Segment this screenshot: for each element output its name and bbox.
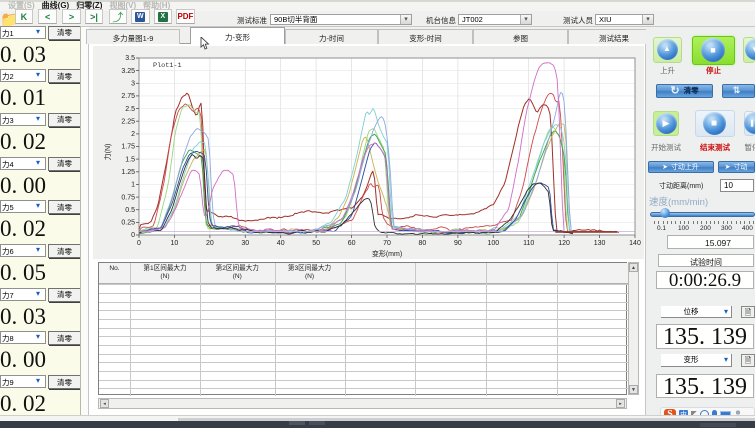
svg-text:80: 80	[419, 240, 427, 247]
svg-text:Plot1-1: Plot1-1	[153, 62, 182, 70]
svg-text:0: 0	[131, 232, 135, 239]
svg-text:3.25: 3.25	[121, 68, 135, 75]
svg-text:1: 1	[131, 182, 135, 189]
svg-text:100: 100	[487, 240, 499, 247]
svg-text:1.5: 1.5	[125, 156, 135, 163]
svg-text:10: 10	[171, 240, 179, 247]
svg-text:2: 2	[131, 131, 135, 138]
svg-text:0.75: 0.75	[121, 194, 135, 201]
svg-text:0.25: 0.25	[121, 220, 135, 227]
svg-text:30: 30	[241, 240, 249, 247]
svg-text:40: 40	[277, 240, 285, 247]
svg-text:1.75: 1.75	[121, 144, 135, 151]
svg-text:90: 90	[454, 240, 462, 247]
svg-text:0: 0	[137, 240, 141, 247]
svg-text:130: 130	[594, 240, 606, 247]
svg-text:0.5: 0.5	[125, 207, 135, 214]
svg-text:2.5: 2.5	[125, 106, 135, 113]
svg-text:2.75: 2.75	[121, 93, 135, 100]
svg-text:110: 110	[523, 240, 534, 247]
svg-text:变形(mm): 变形(mm)	[372, 249, 402, 258]
svg-text:70: 70	[383, 240, 391, 247]
svg-text:50: 50	[312, 240, 320, 247]
svg-text:60: 60	[348, 240, 356, 247]
svg-text:140: 140	[629, 240, 641, 247]
svg-text:力(N): 力(N)	[103, 144, 112, 161]
svg-text:2.25: 2.25	[121, 118, 135, 125]
svg-text:3: 3	[131, 81, 135, 88]
svg-text:120: 120	[558, 240, 570, 247]
svg-text:3.5: 3.5	[125, 55, 135, 62]
svg-text:20: 20	[206, 240, 214, 247]
svg-text:1.25: 1.25	[121, 169, 135, 176]
